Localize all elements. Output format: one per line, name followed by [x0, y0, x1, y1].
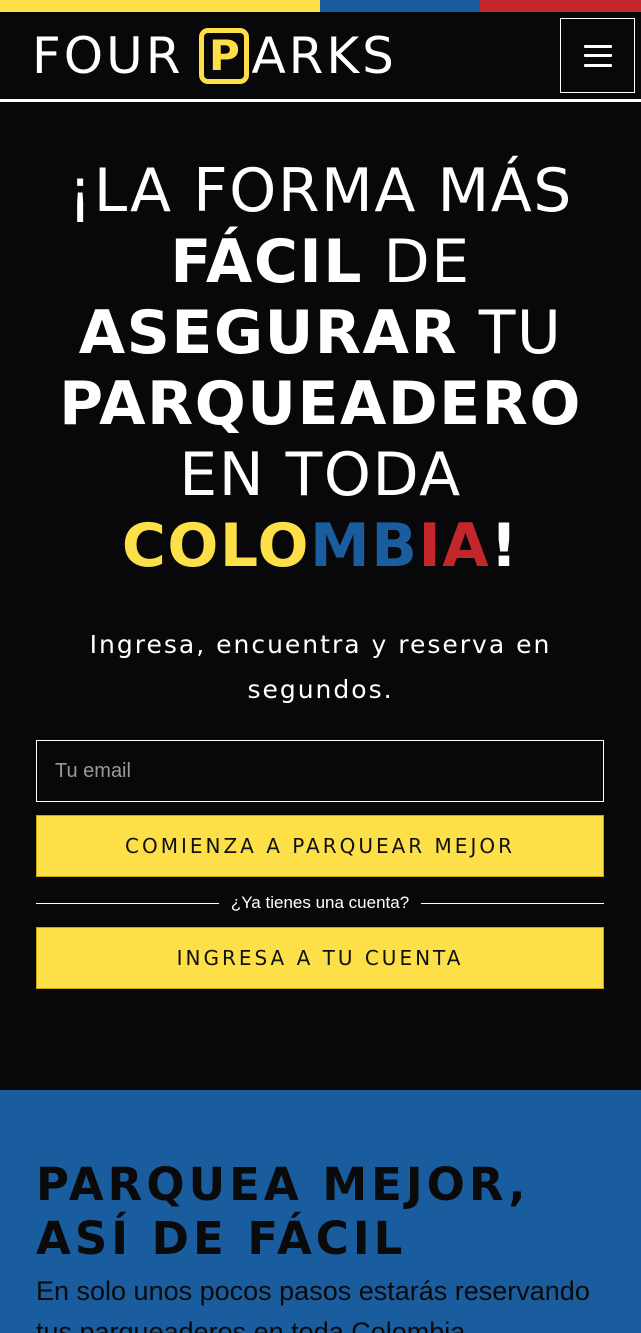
hero-section: ¡LA FORMA MÁS FÁCIL DE ASEGURAR TU PARQU… — [0, 102, 641, 1090]
flag-color-bar — [0, 0, 641, 12]
headline-line-5: EN TODA — [179, 440, 462, 510]
headline-colombia: COLOMBIA! — [121, 511, 520, 581]
parking-p-icon: P — [199, 28, 250, 84]
headline-line-4: PARQUEADERO — [59, 369, 582, 439]
headline-line-1: ¡LA FORMA MÁS — [68, 156, 573, 226]
hero-headline: ¡LA FORMA MÁS FÁCIL DE ASEGURAR TU PARQU… — [20, 156, 621, 582]
account-divider: ¿Ya tienes una cuenta? — [36, 890, 604, 916]
login-button[interactable]: INGRESA A TU CUENTA — [36, 927, 604, 989]
divider-text: ¿Ya tienes una cuenta? — [230, 893, 410, 912]
headline-line-3: ASEGURAR TU — [78, 298, 563, 368]
logo-word-arks: ARKS — [251, 27, 397, 85]
divider-rule-right — [421, 902, 604, 904]
flag-yellow-stripe — [0, 0, 320, 12]
logo-word-four: FOUR — [32, 27, 184, 85]
flag-red-stripe — [480, 0, 641, 12]
menu-button[interactable] — [560, 18, 635, 93]
hero-subtitle: Ingresa, encuentra y reserva en segundos… — [89, 630, 552, 704]
headline-line-2: FÁCIL DE — [170, 227, 471, 297]
start-parking-button[interactable]: COMIENZA A PARQUEAR MEJOR — [36, 815, 604, 877]
four-parks-logo[interactable]: FOUR P ARKS — [32, 25, 397, 87]
hamburger-menu-icon — [583, 44, 612, 67]
email-input[interactable] — [36, 740, 604, 802]
flag-blue-stripe — [320, 0, 480, 12]
steps-section: PARQUEA MEJOR, ASÍ DE FÁCIL En solo unos… — [0, 1090, 641, 1333]
steps-description: En solo unos pocos pasos estarás reserva… — [36, 1276, 590, 1333]
divider-rule-left — [36, 902, 219, 904]
steps-title: PARQUEA MEJOR, ASÍ DE FÁCIL — [36, 1158, 530, 1265]
